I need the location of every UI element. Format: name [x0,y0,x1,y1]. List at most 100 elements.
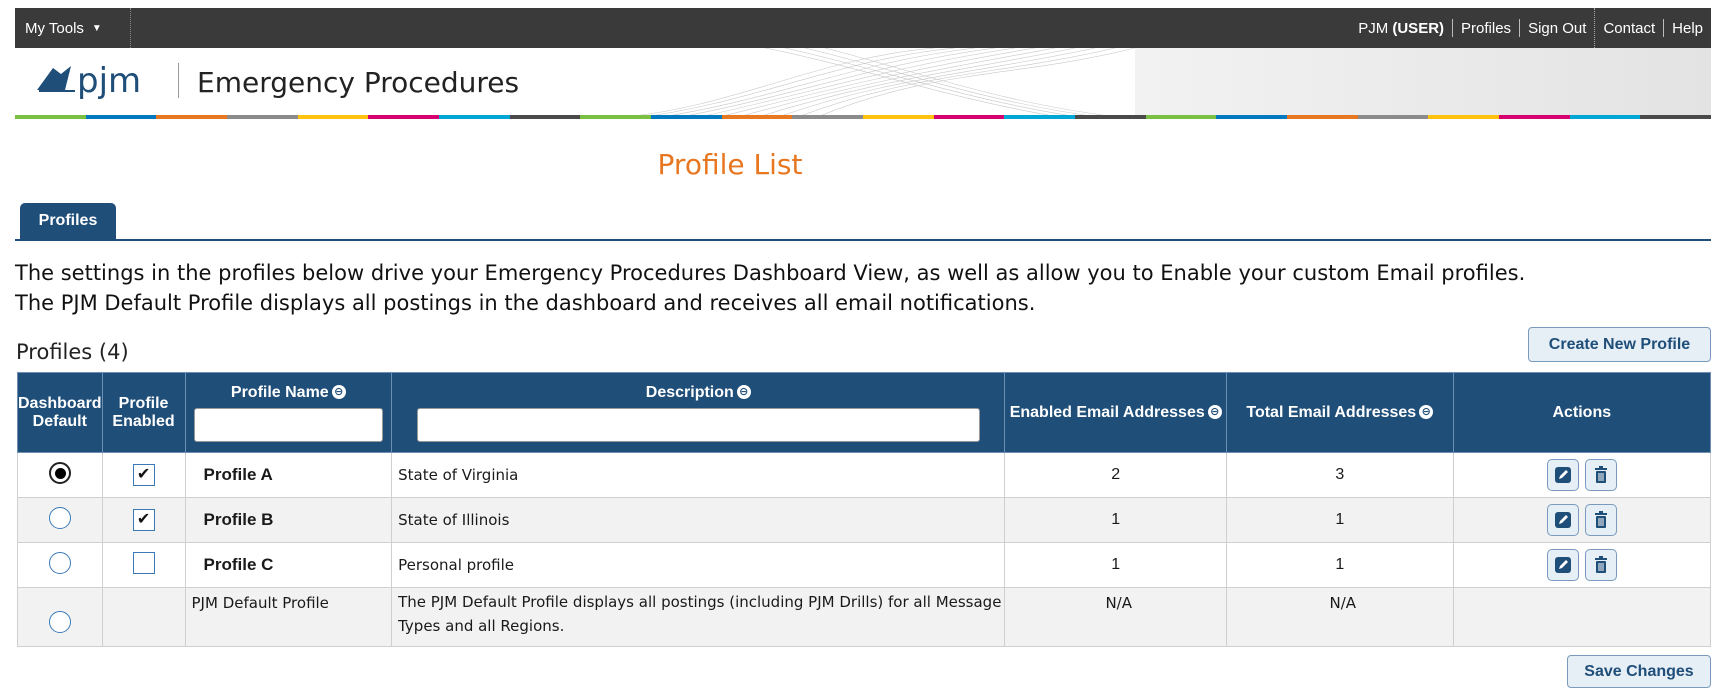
profiles-link[interactable]: Profiles [1453,20,1519,37]
user-info: PJM (USER) [1350,20,1452,37]
delete-profile-button[interactable] [1584,459,1617,491]
profile-name-header-label: Profile Name [230,383,329,401]
color-stripe-segment [1287,115,1358,119]
description-cell: State of Illinois [391,497,1006,543]
app-header: pjm Emergency Procedures [15,48,1711,118]
dashboard-default-header: Dashboard Default [17,372,103,453]
sort-icon[interactable]: ⊖ [1207,405,1222,420]
actions-header: Actions [1452,372,1711,453]
sort-icon[interactable]: ⊖ [1419,405,1434,420]
top-nav-bar: My Tools ▼ PJM (USER) Profiles Sign Out … [15,8,1711,48]
profile-name-header[interactable]: Profile Name ⊖ [184,372,393,453]
intro-line-2: The PJM Default Profile displays all pos… [15,291,1036,315]
table-row: ✔ Profile A State of Virginia 2 3 [17,452,1711,498]
color-stripe-segment [1004,115,1076,119]
total-email-cell: 1 [1226,542,1454,588]
header-banner [1135,48,1711,118]
enabled-email-cell: 2 [1004,452,1228,498]
user-org: PJM [1358,19,1389,37]
description-cell: Personal profile [391,542,1006,588]
color-stripe-segment [1640,115,1711,119]
my-tools-menu[interactable]: My Tools ▼ [15,8,131,48]
dashboard-default-radio[interactable] [48,611,71,633]
color-stripe-segment [227,115,298,119]
total-email-cell: 1 [1226,497,1454,543]
edit-profile-button[interactable] [1546,504,1579,536]
sort-icon[interactable]: ⊖ [331,385,346,400]
table-row-default-profile: PJM Default Profile The PJM Default Prof… [17,587,1711,647]
color-stripe-segment [1216,115,1288,119]
total-email-cell: N/A [1226,587,1454,647]
user-role: (USER) [1392,19,1445,37]
total-email-cell: 3 [1226,452,1454,498]
color-stripe-segment [651,115,722,119]
tab-bar: Profiles [15,203,1711,241]
color-stripe-segment [1569,115,1641,119]
create-new-profile-button[interactable]: Create New Profile [1528,327,1711,362]
decorative-wave-graphic [615,48,1135,118]
profiles-count-title: Profiles (4) [16,340,129,364]
brand-color-stripe [15,115,1711,119]
user-links: PJM (USER) Profiles Sign Out Contact Hel… [1350,8,1711,48]
profile-enabled-checkbox[interactable]: ✔ [132,509,155,531]
logo-divider [178,63,179,98]
trash-icon [1594,556,1607,573]
color-stripe-segment [1499,115,1570,119]
enabled-email-cell: 1 [1004,542,1228,588]
profile-enabled-header: Profile Enabled [101,372,186,453]
color-stripe-segment [368,115,440,119]
dashboard-default-radio[interactable] [48,551,71,574]
color-stripe-segment [85,115,157,119]
delete-profile-button[interactable] [1584,504,1617,536]
total-email-header[interactable]: Total Email Addresses ⊖ [1226,372,1454,453]
edit-profile-button[interactable] [1546,549,1579,581]
color-stripe-segment [509,115,581,119]
description-header[interactable]: Description ⊖ [391,372,1006,453]
profiles-table: Dashboard Default Profile Enabled Profil… [17,372,1711,647]
save-changes-button[interactable]: Save Changes [1567,655,1711,688]
dashboard-default-radio[interactable] [48,461,71,484]
edit-profile-button[interactable] [1546,459,1579,491]
edit-icon [1554,557,1571,573]
color-stripe-segment [1075,115,1146,119]
profile-name-cell: Profile C [184,542,393,588]
profile-name-cell: Profile A [184,452,393,498]
color-stripe-segment [156,115,228,119]
my-tools-label: My Tools [25,19,84,37]
color-stripe-segment [1145,115,1217,119]
enabled-email-cell: N/A [1004,587,1228,647]
intro-line-1: The settings in the profiles below drive… [15,261,1526,285]
color-stripe-segment [933,115,1005,119]
table-header-row: Dashboard Default Profile Enabled Profil… [17,372,1711,453]
color-stripe-segment [1357,115,1429,119]
tab-profiles[interactable]: Profiles [20,203,116,239]
pjm-logo: pjm [37,61,141,100]
help-link[interactable]: Help [1664,20,1711,37]
trash-icon [1594,466,1607,483]
page-title: Profile List [657,148,803,181]
table-row: Profile C Personal profile 1 1 [17,542,1711,588]
profile-name-cell: PJM Default Profile [184,587,393,647]
trash-icon [1594,511,1607,528]
table-row: ✔ Profile B State of Illinois 1 1 [17,497,1711,543]
profile-enabled-checkbox[interactable] [132,551,155,574]
description-header-label: Description [645,383,734,401]
color-stripe-segment [15,115,86,119]
edit-icon [1554,467,1571,483]
app-title: Emergency Procedures [197,66,520,99]
enabled-email-header[interactable]: Enabled Email Addresses ⊖ [1004,372,1228,453]
contact-link[interactable]: Contact [1595,20,1663,37]
profile-name-filter-input[interactable] [193,407,383,442]
enabled-email-header-label: Enabled Email Addresses [1009,403,1205,421]
color-stripe-segment [580,115,652,119]
description-filter-input[interactable] [416,407,980,442]
color-stripe-segment [721,115,793,119]
dashboard-default-radio[interactable] [48,506,71,529]
delete-profile-button[interactable] [1584,549,1617,581]
color-stripe-segment [297,115,369,119]
description-cell: The PJM Default Profile displays all pos… [391,587,1006,647]
sign-out-link[interactable]: Sign Out [1520,20,1594,37]
logo-text: pjm [77,61,141,100]
profile-enabled-checkbox[interactable]: ✔ [132,464,155,486]
sort-icon[interactable]: ⊖ [736,385,751,400]
